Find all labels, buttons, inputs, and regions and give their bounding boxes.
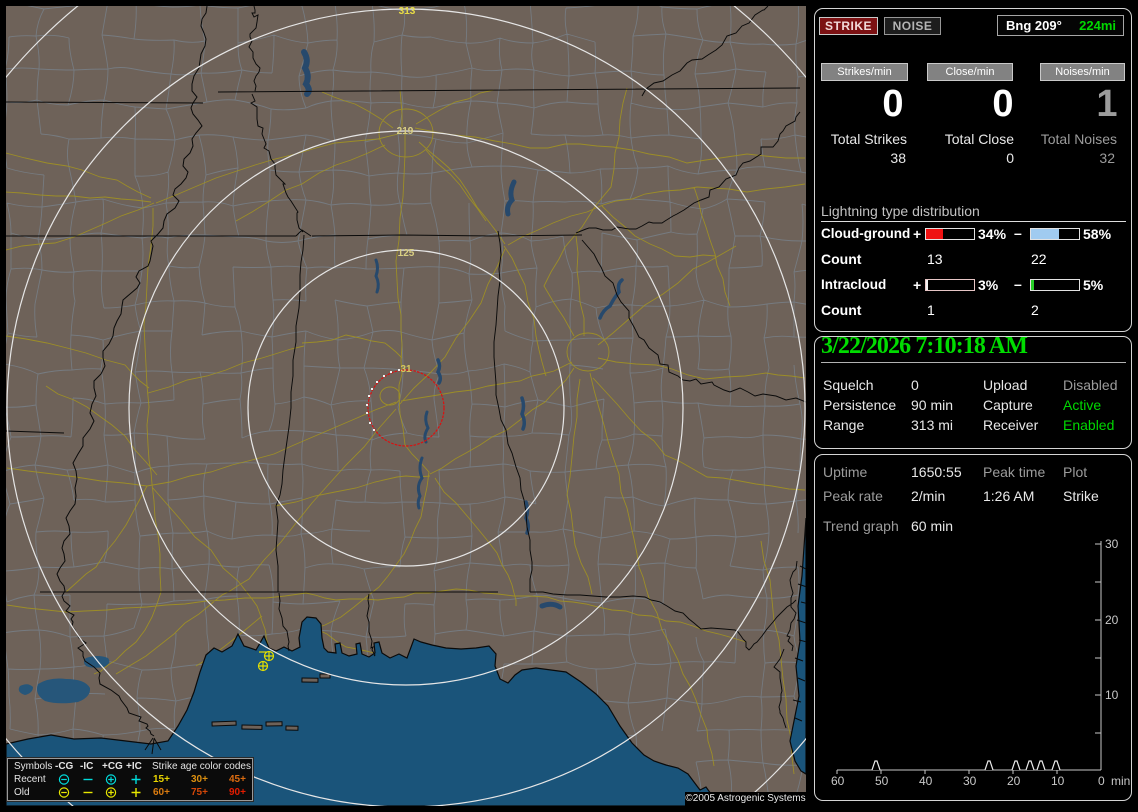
svg-text:0: 0 [1098,774,1105,788]
svg-text:219: 219 [397,126,414,137]
svg-text:40: 40 [919,774,933,788]
svg-text:20: 20 [1105,613,1119,627]
svg-text:60: 60 [831,774,845,788]
svg-text:313: 313 [399,6,416,17]
svg-text:10: 10 [1105,688,1119,702]
svg-text:30: 30 [1105,537,1119,551]
svg-text:125: 125 [398,248,415,259]
svg-text:min: min [1111,774,1130,788]
svg-text:50: 50 [875,774,889,788]
svg-text:20: 20 [1007,774,1021,788]
svg-text:30: 30 [963,774,977,788]
svg-text:10: 10 [1051,774,1065,788]
svg-text:31: 31 [400,364,412,375]
